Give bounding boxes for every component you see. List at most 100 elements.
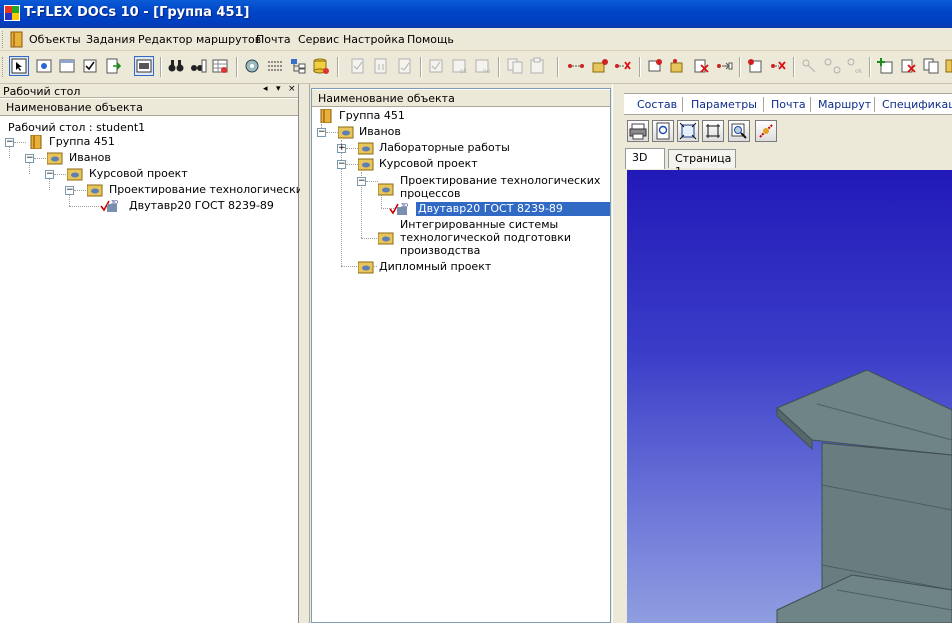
collapse-icon[interactable]: − [5, 138, 14, 147]
disabled-action-3-button[interactable]: ok [846, 57, 864, 75]
task-reject-button[interactable]: no [474, 57, 492, 75]
add-item-button[interactable] [876, 57, 894, 75]
tree-connector [346, 148, 358, 149]
menu-tasks[interactable]: Задания [86, 33, 135, 46]
fit-window-button[interactable] [702, 120, 724, 142]
stage-folder-icon [670, 59, 683, 73]
route-delete-button[interactable] [614, 57, 632, 75]
panel-menu-icon[interactable]: ▾ [276, 84, 281, 94]
middle-column-header[interactable]: Наименование объекта [312, 89, 610, 107]
3d-viewport[interactable] [627, 170, 952, 623]
menu-mail[interactable]: Почта [256, 33, 291, 46]
panel-close-icon[interactable]: × [288, 84, 296, 94]
print-button[interactable] [627, 120, 649, 142]
task-edit-button[interactable]: ok [451, 57, 469, 75]
doc-check-disabled-icon [351, 58, 364, 74]
menu-help[interactable]: Помощь [407, 33, 454, 46]
stage-move-icon [717, 62, 733, 70]
menubar-grip[interactable] [2, 31, 5, 48]
route-folder-button[interactable] [591, 57, 609, 75]
zoom-button[interactable] [728, 120, 750, 142]
toolbar-separator [557, 57, 559, 77]
grid-button[interactable] [266, 57, 284, 75]
expand-icon[interactable]: + [337, 144, 346, 153]
tree-connector [34, 158, 46, 159]
table-filter-icon [212, 59, 228, 73]
collapse-icon[interactable]: − [337, 160, 346, 169]
left-splitter[interactable] [300, 84, 310, 623]
approve-button[interactable] [349, 57, 367, 75]
right-splitter[interactable] [612, 84, 624, 623]
node-branch-disabled-icon [824, 58, 841, 74]
task-reject-disabled-icon: no [475, 59, 491, 75]
window-button[interactable] [58, 57, 76, 75]
disabled-action-1-button[interactable] [800, 57, 818, 75]
menu-objects[interactable]: Объекты [29, 33, 81, 46]
check-button[interactable] [81, 57, 99, 75]
tab-page-1[interactable]: Страница 1 [668, 149, 736, 178]
svg-text:ok: ok [460, 68, 468, 75]
paste-disabled-icon [530, 57, 544, 74]
select-mode-button[interactable] [9, 56, 29, 76]
tab-parameters[interactable]: Параметры [691, 98, 757, 111]
route-button[interactable] [567, 57, 585, 75]
add-stage-button[interactable] [646, 57, 664, 75]
group-book-icon [320, 109, 332, 123]
database-button[interactable] [312, 57, 330, 75]
tab-composition[interactable]: Состав [637, 98, 677, 111]
preview-button[interactable] [652, 120, 674, 142]
tab-specification[interactable]: Спецификаци [882, 98, 952, 111]
collapse-icon[interactable]: − [25, 154, 34, 163]
tab-mail[interactable]: Почта [771, 98, 806, 111]
toolbar-separator [236, 57, 238, 77]
structure-button[interactable] [289, 57, 307, 75]
remove-link-button[interactable] [769, 57, 787, 75]
rotate-view-button[interactable] [755, 120, 777, 142]
menu-service[interactable]: Сервис [298, 33, 339, 46]
toolbar-grip[interactable] [2, 57, 5, 77]
find-next-button[interactable] [189, 57, 207, 75]
export-icon [106, 58, 122, 74]
toolbar-separator [739, 57, 741, 77]
tab-3d[interactable]: 3D [625, 148, 665, 169]
task-edit-disabled-icon: ok [452, 59, 468, 75]
window-title: T-FLEX DOCs 10 - [Группа 451] [24, 5, 250, 20]
task-ok-button[interactable] [428, 57, 446, 75]
panel-pin-icon[interactable]: ◂ [263, 84, 268, 94]
copy-button[interactable] [506, 57, 524, 75]
find-button[interactable] [167, 57, 185, 75]
collapse-icon[interactable]: − [65, 186, 74, 195]
stage-move-button[interactable] [715, 57, 733, 75]
sign-button[interactable] [396, 57, 414, 75]
left-column-header[interactable]: Наименование объекта [0, 98, 298, 116]
add-link-button[interactable] [746, 57, 764, 75]
stage-delete-button[interactable] [692, 57, 710, 75]
collapse-icon[interactable]: − [357, 177, 366, 186]
view-tabs: 3D Страница 1 [624, 148, 952, 178]
settings-button[interactable] [243, 57, 261, 75]
print-preview-icon [656, 122, 670, 140]
add-link-icon [748, 59, 762, 73]
pause-button[interactable] [372, 57, 390, 75]
tab-route[interactable]: Маршрут [818, 98, 871, 111]
panel-toggle-button[interactable] [134, 56, 154, 76]
new-object-button[interactable] [35, 57, 53, 75]
export-button[interactable] [104, 57, 122, 75]
delete-item-button[interactable] [899, 57, 917, 75]
collapse-icon[interactable]: − [317, 128, 326, 137]
folder-link-icon [338, 126, 354, 139]
more-button[interactable] [944, 57, 952, 75]
paste-button[interactable] [529, 57, 547, 75]
tree-node-label: Иванов [69, 151, 111, 164]
disabled-action-2-button[interactable] [823, 57, 841, 75]
stage-folder-button[interactable] [669, 57, 687, 75]
node-ok-disabled-icon: ok [847, 58, 863, 75]
menu-settings[interactable]: Настройка [343, 33, 405, 46]
fit-all-button[interactable] [677, 120, 699, 142]
copy-item-button[interactable] [922, 57, 940, 75]
menu-route-editor[interactable]: Редактор маршрутов [138, 33, 261, 46]
filter-button[interactable] [211, 57, 229, 75]
tree-node-label: Двутавр20 ГОСТ 8239-89 [129, 199, 274, 212]
tab-divider [874, 97, 875, 112]
collapse-icon[interactable]: − [45, 170, 54, 179]
